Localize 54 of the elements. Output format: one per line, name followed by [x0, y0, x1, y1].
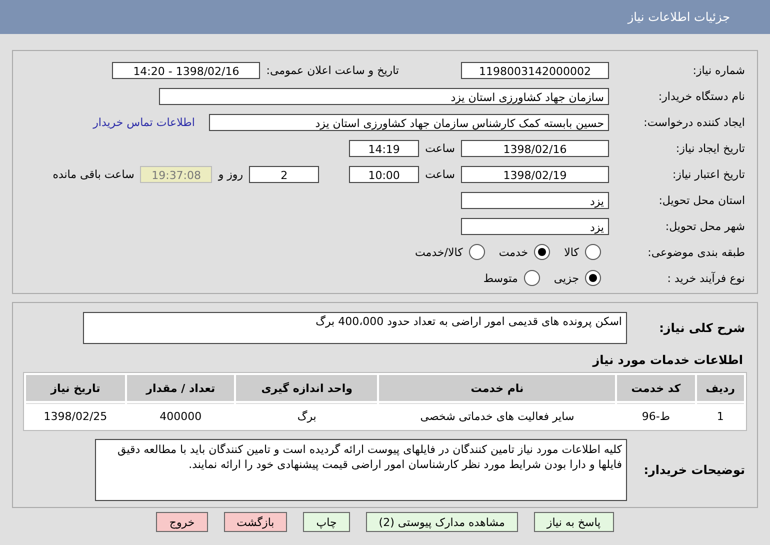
- column-header: ردیف: [696, 375, 744, 401]
- days-field: 2: [249, 166, 320, 182]
- field-label: تاریخ اعتبار نیاز:: [671, 168, 746, 180]
- time-field: 10:00: [349, 166, 420, 182]
- radio-button[interactable]: [524, 270, 540, 286]
- field-label: ساعت: [425, 142, 455, 154]
- time-field: 14:19: [349, 140, 420, 156]
- radio-label: جزیی: [554, 272, 579, 284]
- contact-link[interactable]: اطلاعات تماس خریدار: [93, 116, 195, 128]
- section-heading: اطلاعات خدمات مورد نیاز: [591, 352, 744, 369]
- field-label: تاریخ و ساعت اعلان عمومی:: [266, 64, 399, 76]
- requester-field: حسین بابسته کمک کارشناس سازمان جهاد کشاورزی استان یزد: [209, 114, 609, 130]
- field-label: تاریخ ایجاد نیاز:: [674, 142, 746, 154]
- action-button[interactable]: چاپ: [303, 512, 350, 532]
- radio-label: کالا/خدمت: [415, 246, 463, 258]
- radio-button[interactable]: [468, 244, 485, 260]
- column-header: نام خدمت: [379, 375, 616, 401]
- city-field: یزد: [461, 218, 609, 234]
- summary-field: اسکن پرونده های قدیمی امور اراضی به تعداد حدود 400،000 برگ: [83, 312, 627, 344]
- radio-label: کالا: [564, 246, 579, 258]
- field-label: شرح کلی نیاز:: [658, 321, 746, 335]
- notes-field: کلیه اطلاعات مورد نیاز تامین کنندگان در فایلهای پیوست ارائه گردیده است و تامین کنندگان باید با مطالعه دقیق فایلها و دارا بودن شرایط مورد نظر کارشناسان امور اراضی قیمت پیشنهادی خود را ارائه نمایند.: [95, 439, 627, 501]
- field-label: ایجاد کننده درخواست:: [642, 116, 746, 128]
- action-button[interactable]: بازگشت: [224, 512, 288, 532]
- radio-button[interactable]: [585, 270, 601, 286]
- radio-button[interactable]: [585, 244, 601, 260]
- radio-label: متوسط: [483, 272, 518, 284]
- date-field: 1398/02/19: [461, 166, 609, 182]
- date-field: 1398/02/16: [461, 140, 609, 156]
- field-label: شماره نیاز:: [692, 64, 746, 76]
- field-label: نام دستگاه خریدار:: [657, 90, 746, 102]
- field-label: نوع فرآیند خرید :: [666, 272, 746, 284]
- province-field: یزد: [461, 192, 609, 208]
- column-header: کد خدمت: [617, 375, 695, 401]
- action-button[interactable]: خروج: [156, 512, 208, 532]
- column-header: تعداد / مقدار: [126, 375, 234, 401]
- need-number-field: 1198003142000002: [461, 62, 609, 78]
- field-label: طبقه بندی موضوعی:: [646, 246, 746, 258]
- column-header: واحد اندازه گیری: [236, 375, 378, 401]
- radio-label: خدمت: [498, 246, 528, 258]
- buyer-org-field: سازمان جهاد کشاورزی استان یزد: [159, 88, 609, 104]
- action-button[interactable]: مشاهده مدارک پیوستی (2): [366, 512, 518, 532]
- field-label: روز و: [218, 168, 244, 180]
- field-label: شهر محل تحویل:: [664, 220, 746, 232]
- field-label: استان محل تحویل:: [658, 194, 746, 206]
- page-title: جزئیات اطلاعات نیاز: [628, 10, 730, 24]
- field-label: ساعت باقی مانده: [52, 168, 134, 180]
- field-label: ساعت: [425, 168, 455, 180]
- column-header: تاریخ نیاز: [26, 375, 125, 401]
- radio-button[interactable]: [534, 244, 550, 260]
- announce-field: 1398/02/16 - 14:20: [112, 62, 260, 78]
- action-button[interactable]: پاسخ به نیاز: [534, 512, 614, 532]
- field-label: توضیحات خریدار:: [642, 463, 746, 477]
- remaining-time-field: 19:37:08: [140, 166, 212, 182]
